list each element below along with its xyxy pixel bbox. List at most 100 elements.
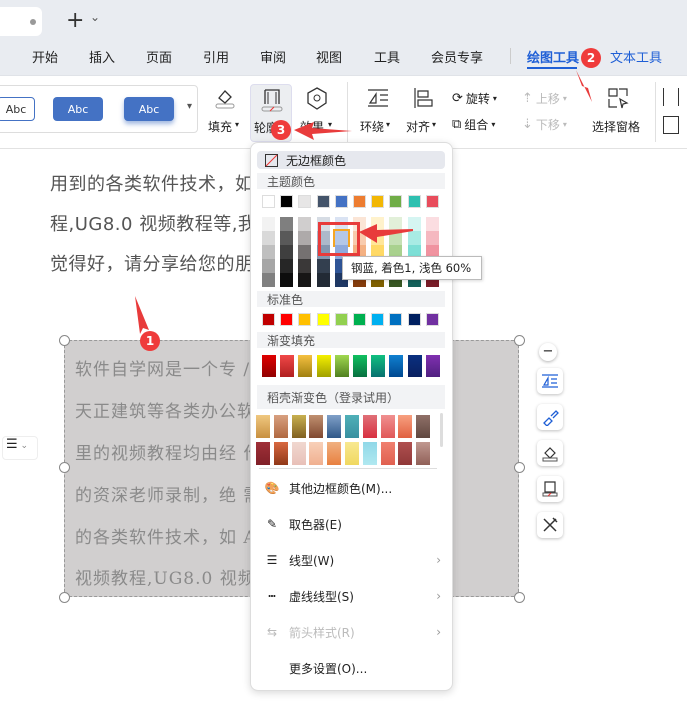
theme-shade-swatch[interactable] [262,259,275,273]
theme-color-swatch[interactable] [262,195,275,208]
docer-gradient-swatch[interactable] [362,415,377,438]
theme-shade-swatch[interactable] [262,217,275,231]
docer-gradient-swatch[interactable] [256,415,270,438]
standard-color-swatch[interactable] [407,313,421,326]
move-down-button[interactable]: ⇣ 下移 ▾ [522,114,578,134]
theme-shade-swatch[interactable] [316,273,330,287]
gradient-fill-swatch[interactable] [371,355,386,377]
gradient-fill-swatch[interactable] [316,355,331,377]
docer-gradient-swatch[interactable] [273,442,288,465]
docer-gradient-swatch[interactable] [309,442,324,465]
theme-shade-swatch[interactable] [262,245,275,259]
standard-color-swatch[interactable] [298,313,312,326]
theme-color-swatch[interactable] [353,195,366,208]
new-tab-button[interactable]: + [66,8,84,33]
gradient-fill-swatch[interactable] [334,355,349,377]
document-tab[interactable] [0,7,42,36]
menu-tab-text-tools[interactable]: 文本工具 [610,47,662,66]
align-button[interactable]: 对齐 ▾ [406,84,446,140]
no-border-color-option[interactable]: 无边框颜色 [257,151,445,169]
rotate-button[interactable]: ⟳ 旋转 ▾ [452,88,512,108]
wrap-button[interactable]: 环绕 ▾ [360,84,400,140]
layout-options-button[interactable]: ☰ ⌄ [2,436,38,460]
shape-tools-side-button[interactable] [537,512,563,538]
outline-menu-item[interactable]: 更多设置(O)... [261,656,441,680]
outline-side-button[interactable] [537,476,563,502]
distribute-icon[interactable] [663,88,679,106]
gradient-fill-swatch[interactable] [425,355,440,377]
theme-shade-swatch[interactable] [280,231,294,245]
outline-menu-item[interactable]: 🎨 其他边框颜色(M)... [261,476,441,500]
docer-gradient-swatch[interactable] [345,415,359,438]
theme-shade-swatch[interactable] [425,231,439,245]
move-up-button[interactable]: ⇡ 上移 ▾ [522,88,578,108]
theme-color-swatch[interactable] [407,195,421,208]
outline-menu-item[interactable]: ┅ 虚线线型(S) › [261,584,441,608]
gradient-fill-swatch[interactable] [280,355,295,377]
resize-handle-right[interactable] [514,462,525,473]
theme-shade-swatch[interactable] [280,217,294,231]
shape-style-2[interactable]: Abc [53,97,103,121]
standard-color-swatch[interactable] [316,313,330,326]
docer-gradient-swatch[interactable] [291,415,306,438]
menu-tab-review[interactable]: 审阅 [260,47,286,66]
standard-color-swatch[interactable] [334,313,348,326]
docer-gradient-swatch[interactable] [416,415,431,438]
gradient-fill-swatch[interactable] [353,355,367,377]
shape-style-1[interactable]: Abc [0,97,35,121]
theme-shade-swatch[interactable] [298,273,312,287]
docer-gradient-swatch[interactable] [273,415,288,438]
theme-shade-swatch[interactable] [262,273,275,287]
theme-shade-swatch[interactable] [280,273,294,287]
docer-gradient-swatch[interactable] [380,415,395,438]
gradient-fill-swatch[interactable] [298,355,313,377]
theme-shade-swatch[interactable] [298,231,312,245]
size-icon[interactable] [663,116,679,134]
menu-tab-view[interactable]: 视图 [316,47,342,66]
docer-gradient-swatch[interactable] [398,415,413,438]
outline-menu-item[interactable]: ✎ 取色器(E) [261,512,441,536]
docer-gradient-swatch[interactable] [380,442,395,465]
outline-menu-item[interactable]: ☰ 线型(W) › [261,548,441,572]
menu-tab-insert[interactable]: 插入 [89,47,115,66]
theme-shade-swatch[interactable] [425,217,439,231]
fill-button[interactable]: 填充 ▾ [208,84,242,140]
resize-handle-top-left[interactable] [59,335,70,346]
menu-tab-member[interactable]: 会员专享 [431,47,483,66]
menu-tab-tools[interactable]: 工具 [374,47,400,66]
wrap-text-side-button[interactable] [537,368,563,394]
shape-style-3[interactable]: Abc [124,97,174,121]
outline-menu-item[interactable]: ⇆ 箭头样式(R) › [261,620,441,644]
theme-color-swatch[interactable] [371,195,385,208]
theme-shade-swatch[interactable] [316,259,330,273]
resize-handle-bottom-right[interactable] [514,592,525,603]
palette-scrollbar[interactable] [440,413,443,447]
standard-color-swatch[interactable] [389,313,403,326]
theme-shade-swatch[interactable] [280,245,294,259]
theme-shade-swatch[interactable] [298,217,312,231]
standard-color-swatch[interactable] [262,313,275,326]
gradient-fill-swatch[interactable] [389,355,404,377]
gradient-fill-swatch[interactable] [262,355,276,377]
docer-gradient-swatch[interactable] [416,442,431,465]
menu-tab-home[interactable]: 开始 [32,47,58,66]
standard-color-swatch[interactable] [371,313,385,326]
gradient-fill-swatch[interactable] [407,355,422,377]
standard-color-swatch[interactable] [280,313,294,326]
theme-shade-swatch[interactable] [280,259,294,273]
standard-color-swatch[interactable] [425,313,439,326]
group-button[interactable]: ⧉ 组合 ▾ [452,114,512,134]
resize-handle-top-right[interactable] [514,335,525,346]
format-painter-side-button[interactable] [537,404,563,430]
docer-gradient-swatch[interactable] [362,442,377,465]
menu-tab-drawing-tools[interactable]: 绘图工具 [527,47,579,66]
menu-tab-references[interactable]: 引用 [203,47,229,66]
theme-color-swatch[interactable] [334,195,348,208]
fill-side-button[interactable] [537,440,563,466]
theme-shade-swatch[interactable] [298,245,312,259]
theme-color-swatch[interactable] [280,195,294,208]
docer-gradient-swatch[interactable] [398,442,413,465]
theme-color-swatch[interactable] [316,195,330,208]
resize-handle-bottom-left[interactable] [59,592,70,603]
resize-handle-left[interactable] [59,462,70,473]
